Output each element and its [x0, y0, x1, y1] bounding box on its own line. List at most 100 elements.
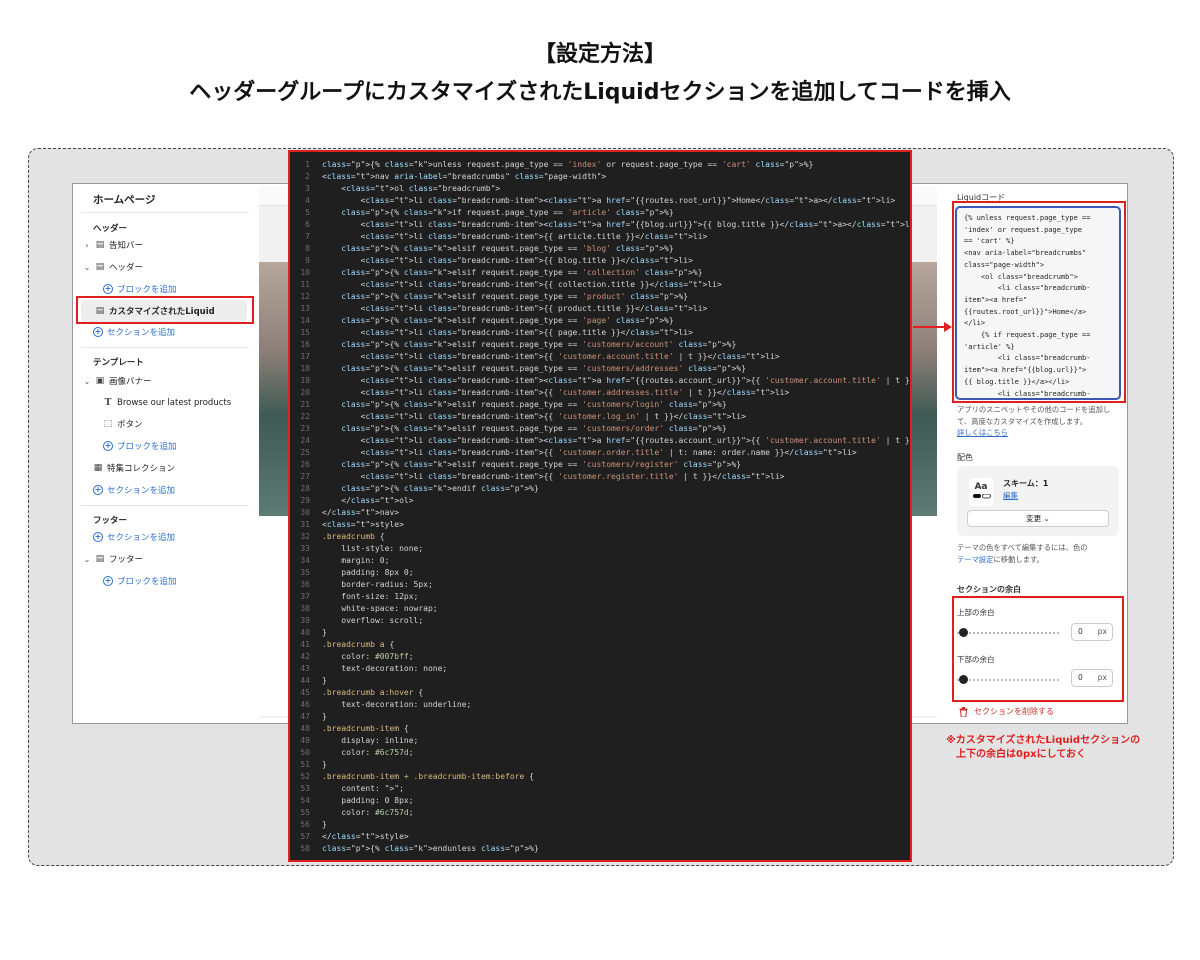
sidebar-item-featured-collection[interactable]: ▦ 特集コレクション — [93, 459, 175, 477]
line-number: 8 — [305, 244, 310, 253]
sidebar-page-title: ホームページ — [93, 194, 156, 206]
code-text: class="p">{% class="k">elsif request.pag… — [341, 244, 674, 253]
code-line: 36 border-radius: 5px; — [290, 579, 910, 591]
highlight-liquid-code — [952, 201, 1126, 403]
plus-circle-icon: + — [93, 485, 103, 495]
code-line: 57 </class="t">style> — [290, 831, 910, 843]
divider — [81, 505, 249, 506]
divider — [81, 347, 249, 348]
code-line: 30 </class="t">nav> — [290, 507, 910, 519]
line-number: 43 — [300, 664, 310, 673]
learn-more-link[interactable]: 詳しくはこちら — [957, 428, 1008, 437]
code-text: </class="t">nav> — [322, 508, 400, 517]
code-text: overflow: scroll; — [322, 616, 424, 625]
code-line: 48 .breadcrumb-item { — [290, 723, 910, 735]
sidebar-item-image-banner[interactable]: ⌄ ▣ 画像バナー — [83, 372, 152, 390]
sidebar-item-label: ボタン — [117, 420, 143, 430]
add-section-label: セクションを追加 — [107, 533, 176, 543]
add-section-button[interactable]: + セクションを追加 — [93, 323, 175, 341]
code-line: 53 content: ">"; — [290, 783, 910, 795]
code-text: .breadcrumb a { — [322, 640, 395, 649]
sidebar-item-announcement-bar[interactable]: › ▤ 告知バー — [83, 236, 143, 254]
scheme-edit-link[interactable]: 編集 — [1003, 490, 1018, 501]
line-number: 4 — [305, 196, 310, 205]
code-text: class="p">{% class="k">endif class="p">%… — [341, 484, 539, 493]
chevron-right-icon[interactable]: › — [83, 241, 91, 250]
code-line: 42 color: #007bff; — [290, 651, 910, 663]
delete-section-button[interactable]: セクションを削除する — [959, 706, 1054, 717]
code-text: <class="t">li class="breadcrumb-item">{{… — [322, 472, 785, 481]
code-text: class="p">{% class="k">unless request.pa… — [322, 160, 814, 169]
code-text: text-decoration: none; — [322, 664, 448, 673]
code-line: 46 text-decoration: underline; — [290, 699, 910, 711]
code-listing-panel: 1 class="p">{% class="k">unless request.p… — [288, 150, 912, 862]
highlight-custom-liquid-item — [76, 296, 254, 324]
line-number: 47 — [300, 712, 310, 721]
line-number: 36 — [300, 580, 310, 589]
line-number: 49 — [300, 736, 310, 745]
chevron-down-icon: ⌄ — [1043, 514, 1050, 523]
code-line: 45 .breadcrumb a:hover { — [290, 687, 910, 699]
code-text: class="p">{% class="k">elsif request.pag… — [341, 268, 703, 277]
code-text: <class="t">li class="breadcrumb-item">{{… — [322, 232, 708, 241]
sidebar-item-text-block[interactable]: T Browse our latest products — [103, 394, 232, 412]
theme-settings-link[interactable]: テーマ設定 — [957, 555, 993, 564]
line-number: 3 — [305, 184, 310, 193]
code-line: 35 padding: 8px 0; — [290, 567, 910, 579]
code-text: <class="t">li class="breadcrumb-item"><c… — [322, 436, 910, 445]
code-line: 29 </class="t">ol> — [290, 495, 910, 507]
code-text: <class="t">li class="breadcrumb-item">{{… — [322, 448, 857, 457]
line-number: 35 — [300, 568, 310, 577]
footer-layout-icon: ▤ — [95, 554, 105, 564]
code-text: class="p">{% class="k">elsif request.pag… — [341, 364, 746, 373]
line-number: 40 — [300, 628, 310, 637]
liquid-help-text: アプリのスニペットやその他のコードを追加して、高度なカスタマイズを作成します。 … — [957, 404, 1123, 439]
code-text: color: #007bff; — [322, 652, 414, 661]
line-number: 45 — [300, 688, 310, 697]
code-line: 6 <class="t">li class="breadcrumb-item">… — [290, 219, 910, 231]
sidebar-item-button-block[interactable]: ⬚ ボタン — [103, 415, 143, 433]
line-number: 33 — [300, 544, 310, 553]
add-block-label: ブロックを追加 — [117, 577, 177, 587]
section-layout-icon: ▤ — [95, 262, 105, 272]
code-text: } — [322, 676, 327, 685]
code-line: 50 color: #6c757d; — [290, 747, 910, 759]
delete-section-label: セクションを削除する — [974, 707, 1054, 716]
change-scheme-button[interactable]: 変更 ⌄ — [967, 510, 1109, 527]
chevron-down-icon[interactable]: ⌄ — [83, 377, 91, 386]
plus-circle-icon: + — [93, 327, 103, 337]
code-text: .breadcrumb-item + .breadcrumb-item:befo… — [322, 772, 534, 781]
line-number: 55 — [300, 808, 310, 817]
sidebar-item-label: 画像バナー — [109, 377, 152, 387]
line-number: 16 — [300, 340, 310, 349]
chevron-down-icon[interactable]: ⌄ — [83, 555, 91, 564]
code-text: class="p">{% class="k">elsif request.pag… — [341, 292, 689, 301]
sidebar-item-footer[interactable]: ⌄ ▤ フッター — [83, 550, 143, 568]
line-number: 24 — [300, 436, 310, 445]
code-text: .breadcrumb { — [322, 532, 385, 541]
sidebar-item-header[interactable]: ⌄ ▤ ヘッダー — [83, 258, 143, 276]
scheme-preview-swatch: Aa — [969, 478, 993, 506]
image-icon: ▣ — [95, 376, 105, 386]
code-line: 18 class="p">{% class="k">elsif request.… — [290, 363, 910, 375]
code-line: 10 class="p">{% class="k">elsif request.… — [290, 267, 910, 279]
code-line: 38 white-space: nowrap; — [290, 603, 910, 615]
code-line: 11 <class="t">li class="breadcrumb-item"… — [290, 279, 910, 291]
line-number: 29 — [300, 496, 310, 505]
add-block-button[interactable]: + ブロックを追加 — [103, 572, 177, 590]
line-number: 26 — [300, 460, 310, 469]
add-block-button[interactable]: + ブロックを追加 — [103, 437, 177, 455]
code-text: class="p">{% class="k">elsif request.pag… — [341, 424, 727, 433]
code-text: <class="t">style> — [322, 520, 404, 529]
code-text: <class="t">li class="breadcrumb-item">{{… — [322, 256, 693, 265]
chevron-down-icon[interactable]: ⌄ — [83, 263, 91, 272]
line-number: 38 — [300, 604, 310, 613]
add-section-button[interactable]: + セクションを追加 — [93, 481, 175, 499]
highlight-padding-settings — [952, 596, 1124, 702]
code-line: 8 class="p">{% class="k">elsif request.p… — [290, 243, 910, 255]
add-section-button[interactable]: + セクションを追加 — [93, 528, 175, 546]
code-line: 1 class="p">{% class="k">unless request.p… — [290, 159, 910, 171]
line-number: 46 — [300, 700, 310, 709]
code-line: 22 <class="t">li class="breadcrumb-item"… — [290, 411, 910, 423]
code-line: 21 class="p">{% class="k">elsif request.… — [290, 399, 910, 411]
